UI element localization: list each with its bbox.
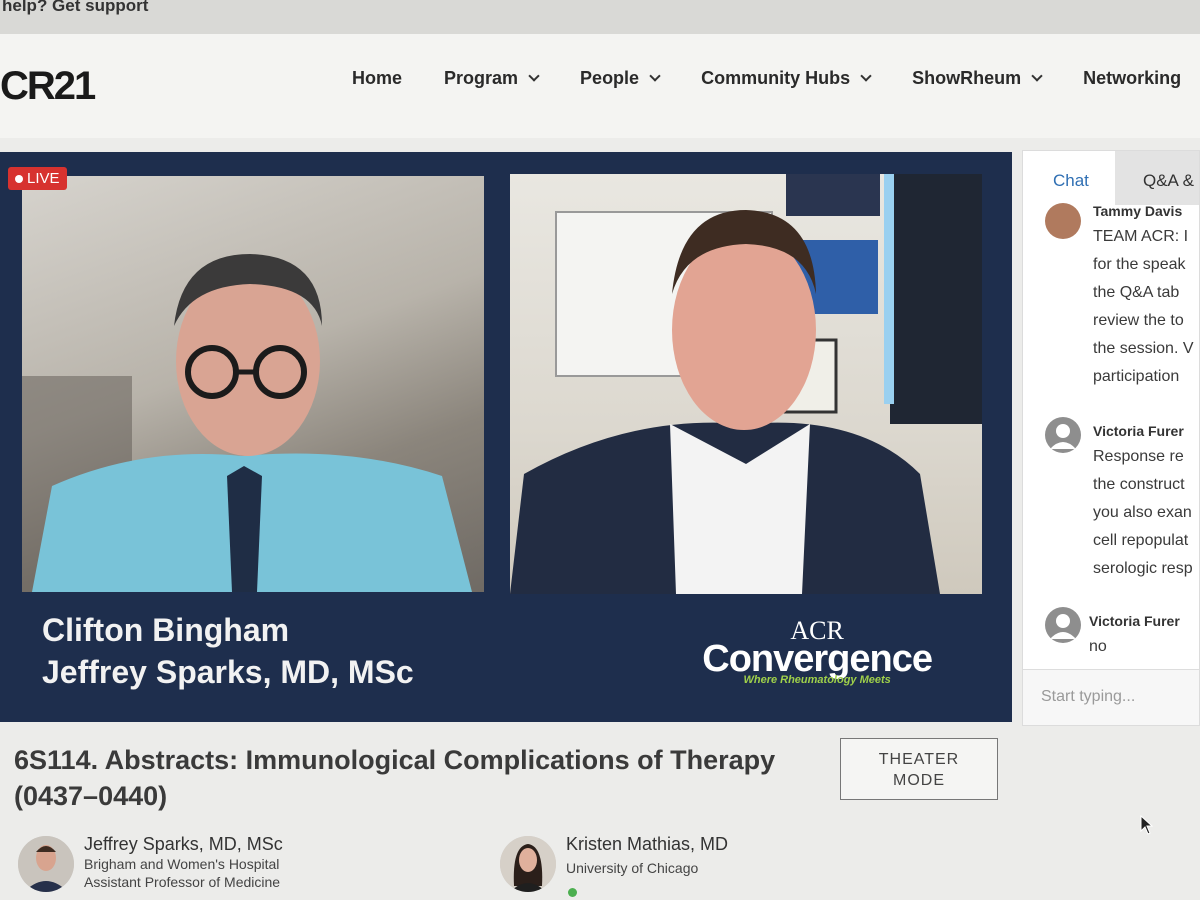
- tab-chat[interactable]: Chat: [1031, 151, 1115, 205]
- chat-message-line: review the to: [1093, 312, 1184, 329]
- chat-message-author: Tammy Davis: [1093, 203, 1183, 219]
- chat-input-area: [1023, 669, 1199, 725]
- acr-convergence-logo: ACR Convergence Where Rheumatology Meets: [702, 618, 933, 687]
- speaker-1-silhouette: [22, 254, 472, 592]
- nav-showrheum-label: ShowRheum: [912, 68, 1022, 88]
- speaker-role: Assistant Professor of Medicine: [84, 874, 281, 890]
- lower-third-banner: Clifton Bingham Jeffrey Sparks, MD, MSc …: [22, 592, 982, 702]
- speaker-name: Kristen Mathias, MD: [566, 834, 729, 854]
- nav-networking[interactable]: Networking: [1083, 68, 1181, 89]
- theater-mode-button[interactable]: THEATER MODE: [840, 738, 998, 800]
- chat-message-author: Victoria Furer: [1089, 613, 1180, 629]
- chat-message-line: the session. V: [1093, 340, 1194, 357]
- nav-people[interactable]: People: [580, 68, 661, 89]
- theater-mode-label-1: THEATER: [878, 751, 960, 768]
- brand-convergence: Convergence: [702, 638, 933, 680]
- speaker-name-2: Jeffrey Sparks, MD, MSc: [42, 654, 414, 690]
- nav-networking-label: Networking: [1083, 68, 1182, 88]
- mouse-cursor-icon: [1140, 814, 1154, 840]
- video-feed-speaker-1: [22, 176, 484, 592]
- chat-message-line: serologic resp: [1093, 560, 1193, 577]
- chat-message-line: TEAM ACR: I: [1093, 228, 1189, 245]
- live-label: LIVE: [27, 170, 60, 187]
- speaker-2-silhouette: [510, 174, 982, 594]
- speaker-name: Jeffrey Sparks, MD, MSc: [84, 834, 283, 854]
- chat-message-line: the construct: [1093, 476, 1185, 493]
- chat-message-line: cell repopulat: [1093, 532, 1189, 549]
- nav-showrheum[interactable]: ShowRheum: [912, 68, 1043, 89]
- nav-community-hubs-label: Community Hubs: [701, 68, 851, 88]
- tab-qa[interactable]: Q&A &: [1115, 151, 1199, 205]
- main-nav: Home Program People Community Hubs ShowR…: [352, 68, 1200, 89]
- nav-home-label: Home: [352, 68, 403, 88]
- nav-people-label: People: [580, 68, 640, 88]
- chat-message-author: Victoria Furer: [1093, 423, 1184, 439]
- avatar: [1045, 203, 1081, 239]
- chevron-down-icon: [649, 70, 661, 82]
- user-avatar-icon: [1045, 417, 1081, 453]
- chat-message-line: no: [1089, 638, 1107, 655]
- session-title: 6S114. Abstracts: Immunological Complica…: [14, 745, 776, 811]
- video-feed-speaker-2: [510, 174, 982, 594]
- online-status-icon: [568, 888, 577, 897]
- speaker-affiliation: University of Chicago: [566, 860, 699, 876]
- user-avatar-icon: [1045, 607, 1081, 643]
- speaker-photo: [18, 836, 74, 892]
- chat-message-line: Response re: [1093, 448, 1184, 465]
- support-link[interactable]: help? Get support: [2, 0, 148, 16]
- speaker-name-1: Clifton Bingham: [42, 612, 290, 648]
- chat-panel: Chat Q&A & Tammy Davis TEAM ACR: I for t…: [1022, 150, 1200, 726]
- nav-program-label: Program: [444, 68, 519, 88]
- live-dot-icon: [15, 174, 23, 183]
- chat-input[interactable]: [1041, 688, 1199, 706]
- chat-message-line: you also exan: [1093, 504, 1192, 521]
- chevron-down-icon: [1031, 70, 1043, 82]
- nav-community-hubs[interactable]: Community Hubs: [701, 68, 872, 89]
- nav-home[interactable]: Home: [352, 68, 402, 89]
- chevron-down-icon: [528, 70, 540, 82]
- video-player[interactable]: LIVE Clifton Bingham Jeffrey Sparks, MD,…: [0, 152, 1012, 722]
- theater-mode-label-2: MODE: [893, 772, 945, 789]
- speaker-affiliation: Brigham and Women's Hospital: [84, 856, 280, 872]
- nav-program[interactable]: Program: [444, 68, 540, 89]
- chevron-down-icon: [860, 70, 872, 82]
- chat-message-line: for the speak: [1093, 256, 1186, 273]
- live-badge: LIVE: [8, 167, 67, 190]
- chat-tabs: Chat Q&A &: [1023, 151, 1199, 205]
- site-logo[interactable]: CR21: [0, 64, 96, 109]
- site-header: CR21 Home Program People Community Hubs …: [0, 34, 1200, 138]
- chat-message-line: participation: [1093, 368, 1180, 385]
- speaker-photo: [500, 836, 556, 892]
- support-strip: help? Get support: [0, 0, 1200, 34]
- chat-message-line: the Q&A tab: [1093, 284, 1180, 301]
